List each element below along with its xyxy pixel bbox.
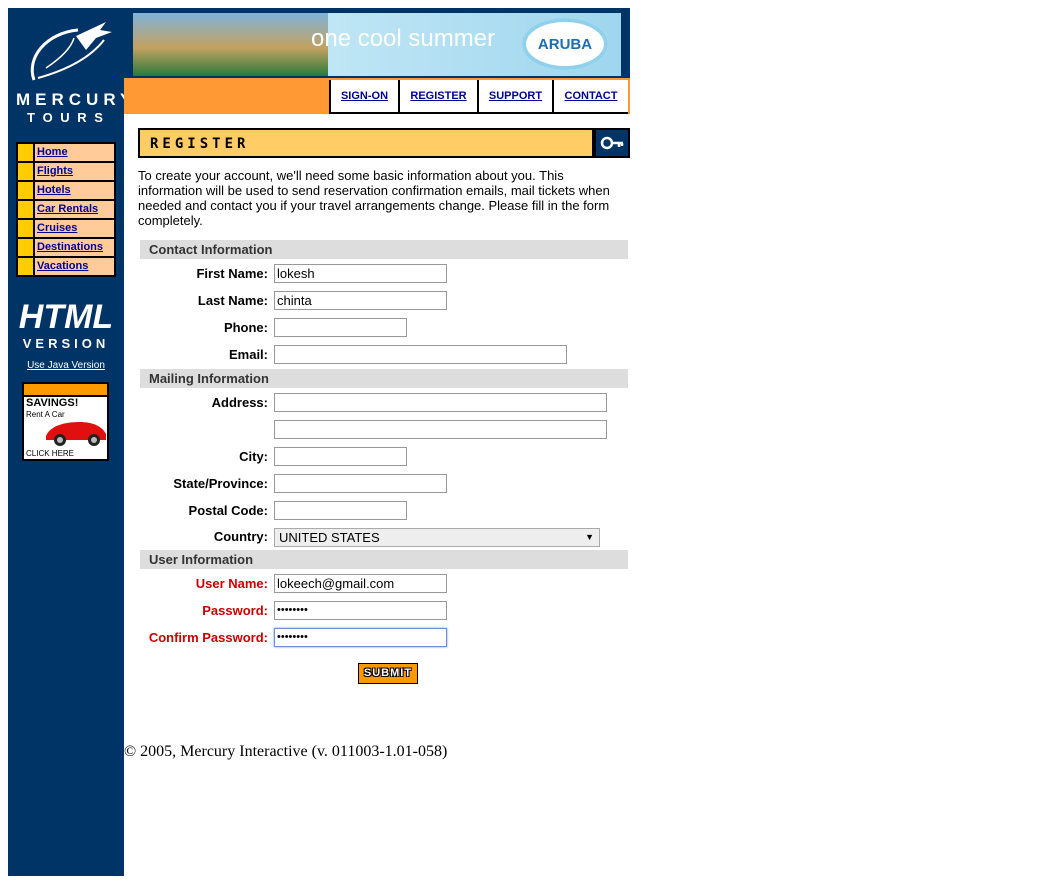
html-version-subtitle: VERSION xyxy=(22,336,110,351)
submit-button[interactable]: SUBMIT xyxy=(358,663,418,684)
dropdown-arrow-icon: ▼ xyxy=(585,532,594,542)
nav-swatch xyxy=(18,258,33,275)
nav-link-hotels[interactable]: Hotels xyxy=(37,184,71,196)
address-line2-input[interactable] xyxy=(274,420,607,439)
username-label: User Name: xyxy=(195,576,268,591)
state-input[interactable] xyxy=(274,474,447,493)
nav-link-flights[interactable]: Flights xyxy=(37,165,73,177)
top-nav-sign-on[interactable]: SIGN-ON xyxy=(331,80,398,112)
ad-top-bar xyxy=(24,384,107,397)
top-nav-support[interactable]: SUPPORT xyxy=(479,80,552,112)
ad-headline: SAVINGS! xyxy=(26,397,79,409)
phone-label: Phone: xyxy=(223,320,268,335)
register-link[interactable]: REGISTER xyxy=(410,90,466,102)
red-car-icon xyxy=(46,422,106,446)
left-sidebar: MERCURY T O U R S Home Flights Hotels Ca… xyxy=(8,8,137,876)
phone-input[interactable] xyxy=(274,318,407,337)
nav-item-hotels[interactable]: Hotels xyxy=(18,182,114,199)
country-selected-value: UNITED STATES xyxy=(279,530,380,545)
nav-link-cruises[interactable]: Cruises xyxy=(37,222,77,234)
city-input[interactable] xyxy=(274,447,407,466)
aruba-logo-text: ARUBA xyxy=(537,36,593,53)
top-nav-register[interactable]: REGISTER xyxy=(400,80,477,112)
nav-item-flights[interactable]: Flights xyxy=(18,163,114,180)
email-input[interactable] xyxy=(274,345,567,364)
nav-swatch xyxy=(18,182,33,199)
confirm-password-label: Confirm Password: xyxy=(148,630,268,645)
support-link[interactable]: SUPPORT xyxy=(489,90,542,102)
html-version-badge: HTML VERSION xyxy=(16,298,116,353)
last-name-input[interactable]: chinta xyxy=(274,291,447,310)
nav-link-destinations[interactable]: Destinations xyxy=(37,241,103,253)
use-java-version-link[interactable]: Use Java Version xyxy=(8,360,124,371)
city-label: City: xyxy=(239,449,268,464)
nav-swatch xyxy=(18,163,33,180)
password-input[interactable]: •••••••• xyxy=(274,601,447,620)
copyright-footer: © 2005, Mercury Interactive (v. 011003-1… xyxy=(124,743,448,760)
key-icon xyxy=(596,130,628,156)
postal-code-input[interactable] xyxy=(274,501,407,520)
nav-item-car-rentals[interactable]: Car Rentals xyxy=(18,201,114,218)
contact-link[interactable]: CONTACT xyxy=(565,90,618,102)
logo-tagline: T O U R S xyxy=(27,110,105,125)
user-section-header: User Information xyxy=(140,550,628,569)
first-name-label: First Name: xyxy=(196,266,268,281)
aruba-banner-ad[interactable]: one cool summer ARUBA xyxy=(132,12,622,77)
postal-code-label: Postal Code: xyxy=(188,503,268,518)
rent-a-car-ad[interactable]: SAVINGS! Rent A Car CLICK HERE xyxy=(22,382,109,461)
nav-item-home[interactable]: Home xyxy=(18,144,114,161)
mailing-section-header: Mailing Information xyxy=(140,369,628,388)
state-label: State/Province: xyxy=(173,476,268,491)
first-name-input[interactable]: lokesh xyxy=(274,264,447,283)
aruba-logo: ARUBA xyxy=(522,18,608,70)
password-label: Password: xyxy=(202,603,268,618)
username-input[interactable]: lokeech@gmail.com xyxy=(274,574,447,593)
submit-label: SUBMIT xyxy=(363,667,413,679)
contact-section-header: Contact Information xyxy=(140,240,628,259)
banner-title: one cool summer xyxy=(311,25,496,52)
country-label: Country: xyxy=(213,529,268,544)
airplane-globe-icon xyxy=(30,22,112,81)
nav-item-cruises[interactable]: Cruises xyxy=(18,220,114,237)
top-nav-links: SIGN-ON REGISTER SUPPORT CONTACT xyxy=(329,80,628,114)
address-label: Address: xyxy=(211,395,268,410)
nav-swatch xyxy=(18,239,33,256)
register-heading-bar: REGISTER xyxy=(138,128,630,158)
banner-photo xyxy=(133,13,328,76)
email-label: Email: xyxy=(228,347,268,362)
nav-link-car-rentals[interactable]: Car Rentals xyxy=(37,203,98,215)
nav-swatch xyxy=(18,144,33,161)
nav-item-vacations[interactable]: Vacations xyxy=(18,258,114,275)
country-select[interactable]: UNITED STATES ▼ xyxy=(274,528,600,547)
top-nav-contact[interactable]: CONTACT xyxy=(554,80,628,112)
nav-swatch xyxy=(18,201,33,218)
mercury-tours-logo[interactable]: MERCURY T O U R S xyxy=(16,18,137,126)
nav-swatch xyxy=(18,220,33,237)
ad-cta: CLICK HERE xyxy=(26,449,75,458)
nav-link-home[interactable]: Home xyxy=(37,146,68,158)
address-line1-input[interactable] xyxy=(274,393,607,412)
nav-item-destinations[interactable]: Destinations xyxy=(18,239,114,256)
sign-on-link[interactable]: SIGN-ON xyxy=(341,90,388,102)
confirm-password-input[interactable]: •••••••• xyxy=(274,628,447,647)
last-name-label: Last Name: xyxy=(197,293,268,308)
html-version-title: HTML xyxy=(18,298,114,336)
left-nav-menu: Home Flights Hotels Car Rentals Cruises … xyxy=(16,142,116,277)
nav-link-vacations[interactable]: Vacations xyxy=(37,260,88,272)
page-title: REGISTER xyxy=(150,136,250,152)
logo-name: MERCURY xyxy=(16,90,137,109)
intro-text: To create your account, we'll need some … xyxy=(138,168,610,228)
